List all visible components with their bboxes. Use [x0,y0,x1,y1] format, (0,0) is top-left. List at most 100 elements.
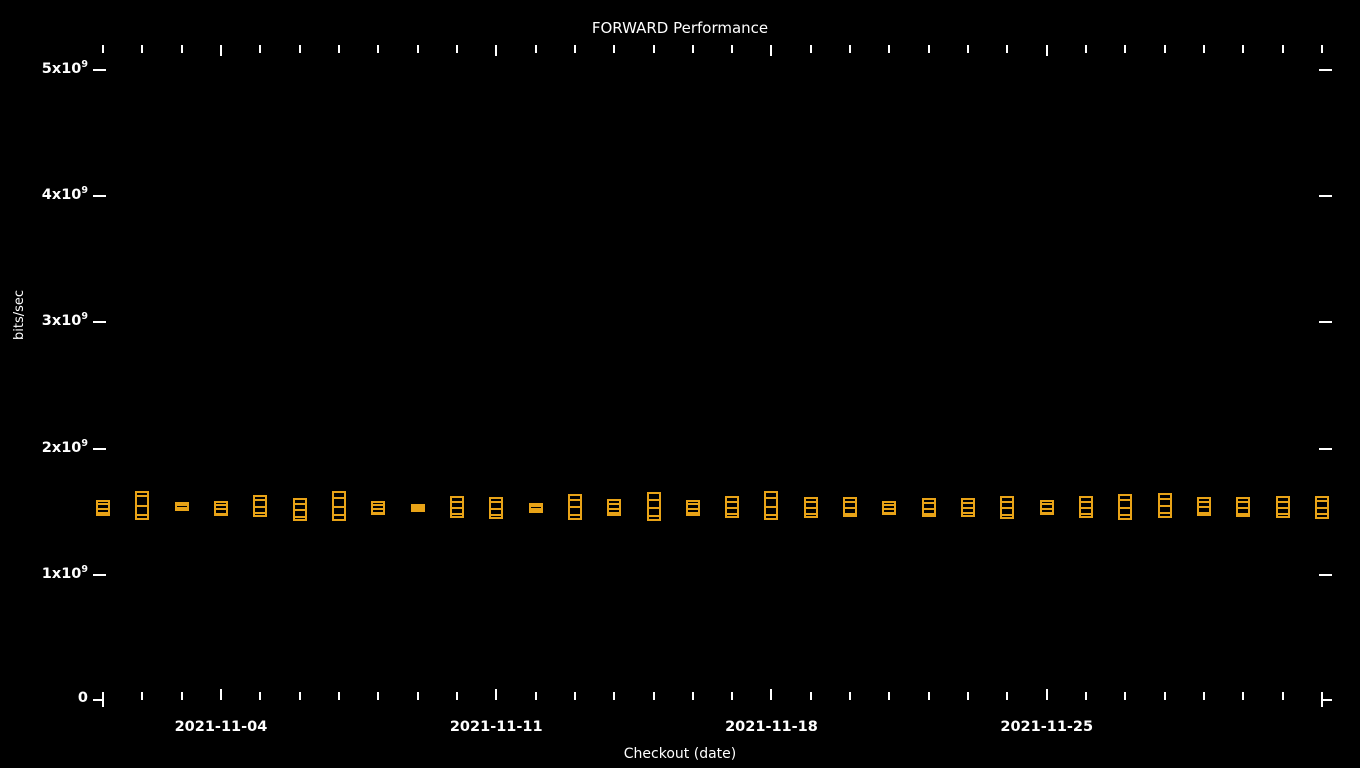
x-axis-minor-tick-mark [731,692,734,700]
y-axis-tick-label: 2x109 [41,437,88,456]
candlestick-left-edge [1000,495,1003,519]
box-upper-quartile-line [1079,500,1094,503]
candlestick-right-edge [461,496,464,519]
candlestick-left-edge [607,499,610,517]
box-median-line [292,509,307,512]
x-axis-minor-tick-mark [1124,692,1127,700]
candlestick-right-edge [540,503,543,513]
x-axis-minor-tick-mark-mirror [849,45,852,53]
whisker-cap-high [1315,495,1329,498]
candlestick-left-edge [174,502,177,512]
y-axis-tick-label: 1x109 [41,563,88,582]
whisker-cap-low [607,514,622,517]
box-lower-quartile-line [1157,512,1172,515]
plot-area [0,0,1360,768]
candlestick-right-edge [619,499,622,517]
x-axis-major-tick-mark-mirror [219,45,222,56]
x-axis-minor-tick-mark-mirror [652,45,655,53]
whisker-cap-low [961,514,976,517]
box-lower-quartile-line [567,513,582,516]
x-axis-minor-tick-mark [613,692,616,700]
candlestick-left-edge [1157,493,1160,519]
box-lower-quartile-line [1079,513,1094,516]
candlestick-left-edge [213,500,216,517]
y-axis-tick-label: 5x109 [41,59,88,77]
x-axis-minor-tick-mark-mirror [809,45,812,53]
candlestick-left-edge [489,496,492,519]
box-upper-quartile-line [1236,501,1251,504]
box-median-line [213,508,228,511]
candlestick-left-edge [96,499,98,517]
candlestick-right-edge [1327,495,1329,519]
y-axis-tick-mark [93,573,106,576]
x-axis-minor-tick-mark [573,692,576,700]
whisker-cap-high [331,491,346,494]
box-upper-quartile-line [685,503,700,506]
box-median-line [803,507,818,510]
x-axis-minor-tick-mark [967,692,970,700]
box-median-line [1079,506,1094,509]
candlestick-right-edge [815,496,818,518]
candlestick-right-edge [225,500,228,517]
y-axis-label: bits/sec [12,289,27,340]
box-lower-quartile-line [174,509,189,512]
whisker-cap-low [567,517,582,520]
candlestick-right-edge [933,498,936,518]
box-lower-quartile-line [646,515,661,518]
y-axis-tick-label: 3x109 [41,311,88,330]
x-axis-minor-tick-mark [141,692,144,700]
candlestick-right-edge [1012,495,1015,519]
x-axis-minor-tick-mark [691,692,694,700]
box-upper-quartile-line [213,503,228,506]
candlestick-left-edge [646,492,649,522]
box-median-line [410,507,425,510]
box-upper-quartile-line [489,501,504,504]
whisker-cap-high [1000,495,1015,498]
box-lower-quartile-line [607,512,622,515]
data-point-candlestick [725,496,740,519]
box-median-line [1118,506,1133,509]
box-upper-quartile-line [882,504,897,507]
box-median-line [1197,506,1212,509]
whisker-cap-high [410,504,425,507]
x-axis-minor-tick-mark-mirror [1242,45,1245,53]
box-median-line [1315,506,1329,509]
x-axis-minor-tick-mark [455,692,458,700]
data-point-candlestick [135,490,150,520]
x-axis-minor-tick-mark-mirror [534,45,537,53]
whisker-cap-high [135,490,150,493]
candlestick-left-edge [1315,495,1317,519]
x-axis-minor-tick-mark [1281,692,1284,700]
candlestick-right-edge [1130,493,1133,520]
box-upper-quartile-line [843,501,858,504]
x-axis-minor-tick-mark [849,692,852,700]
whisker-cap-low [371,513,386,516]
whisker-cap-low [1000,516,1015,519]
box-lower-quartile-line [843,512,858,515]
data-point-candlestick [685,499,700,516]
candlestick-left-edge [1039,499,1042,516]
y-axis-tick-mark [93,321,106,324]
box-lower-quartile-line [1118,514,1133,517]
box-upper-quartile-line [1039,503,1054,506]
whisker-cap-high [489,496,504,499]
box-median-line [567,506,582,509]
box-median-line [135,505,150,507]
box-median-line [1275,506,1290,509]
data-point-candlestick [331,491,346,522]
box-upper-quartile-line [1275,500,1290,503]
data-point-candlestick [371,501,386,516]
whisker-cap-high [803,496,818,499]
whisker-cap-high [528,503,543,506]
x-axis-tick-label: 2021-11-04 [174,719,268,735]
box-median-line [646,506,661,509]
box-median-line [882,507,897,510]
data-point-candlestick [843,497,858,517]
box-median-line [528,507,543,510]
x-axis-major-tick-mark [495,689,498,700]
x-axis-minor-tick-mark [1203,692,1206,700]
data-point-candlestick [961,497,976,517]
box-upper-quartile-line [135,494,150,497]
box-lower-quartile-line [1315,513,1329,516]
whisker-cap-low [1275,515,1290,518]
